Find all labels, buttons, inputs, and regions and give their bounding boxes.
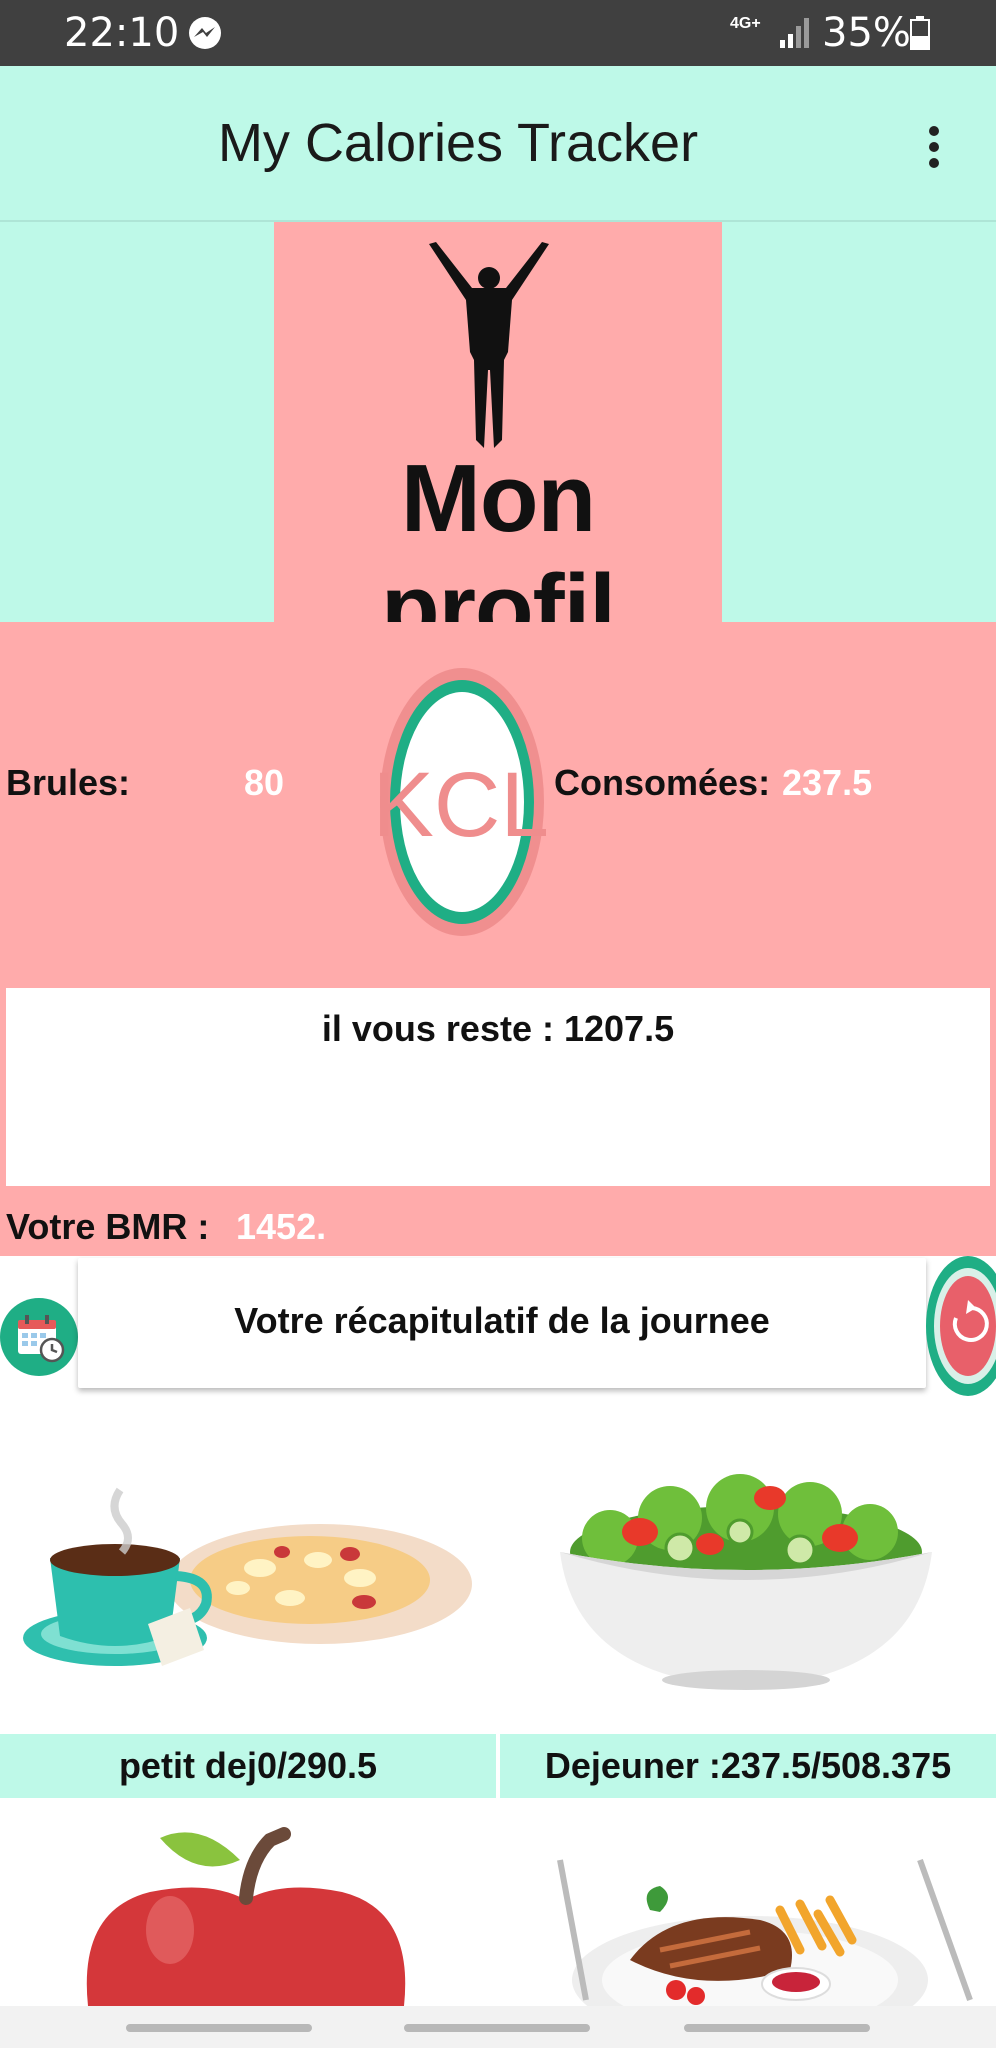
steak-fries-plate-illustration [557, 1858, 973, 2044]
breakfast-tile[interactable] [0, 1428, 496, 1732]
left-mint-panel [0, 222, 274, 622]
apple-illustration [86, 1827, 406, 2006]
kcl-text: KCL [378, 754, 546, 856]
stats-panel: Brules: 80 KCL Consomées: 237.5 il vous … [0, 622, 996, 1256]
nav-home-button[interactable] [404, 2024, 590, 2032]
breakfast-coffee-pasta-illustration [23, 1487, 472, 1666]
breakfast-label: petit dej0/290.5 [0, 1734, 496, 1798]
messenger-icon [189, 17, 221, 49]
summary-title: Votre récapitulatif de la journee [234, 1300, 770, 1341]
lunch-label: Dejeuner :237.5/508.375 [500, 1734, 996, 1798]
more-options-button[interactable] [914, 120, 954, 176]
bmr-value: 1452. [236, 1206, 327, 1247]
right-mint-panel [722, 222, 996, 622]
burned-label: Brules: [6, 762, 131, 803]
calendar-button[interactable] [0, 1298, 78, 1376]
consumed-value: 237.5 [782, 762, 873, 803]
status-bar: 22:10 4G+ 35% [0, 0, 996, 66]
signal-icon [780, 18, 809, 48]
more-vert-icon [929, 126, 939, 136]
battery-percent: 35% [822, 10, 911, 56]
refresh-icon [926, 1256, 996, 1396]
kcl-badge-graphic: KCL [373, 668, 551, 936]
remaining-box: il vous reste : 1207.5 [6, 988, 990, 1186]
status-time: 22:10 [64, 10, 180, 56]
lunch-tile[interactable] [500, 1428, 996, 1732]
person-raised-arms-icon [429, 242, 549, 448]
reset-button[interactable] [926, 1256, 996, 1396]
nav-recents-button[interactable] [126, 2024, 312, 2032]
kcl-badge[interactable]: KCL [373, 666, 551, 938]
network-type: 4G+ [730, 15, 761, 32]
consumed-label: Consomées: [554, 762, 771, 803]
snack-tile[interactable] [0, 1800, 496, 2006]
battery-icon [910, 16, 930, 50]
calendar-clock-icon [0, 1298, 78, 1376]
profile-banner[interactable]: Mon profil [274, 222, 722, 662]
system-nav-bar [0, 2006, 996, 2048]
app-title: My Calories Tracker [217, 113, 699, 173]
burned-value: 80 [244, 762, 285, 803]
remaining-calories: il vous reste : 1207.5 [321, 1008, 675, 1049]
salad-bowl-illustration [560, 1474, 932, 1690]
nav-back-button[interactable] [684, 2024, 870, 2032]
summary-card[interactable]: Votre récapitulatif de la journee [78, 1258, 926, 1388]
bmr-label: Votre BMR : [6, 1206, 210, 1247]
dinner-tile[interactable] [500, 1800, 996, 2044]
app-bar: My Calories Tracker [0, 66, 996, 222]
